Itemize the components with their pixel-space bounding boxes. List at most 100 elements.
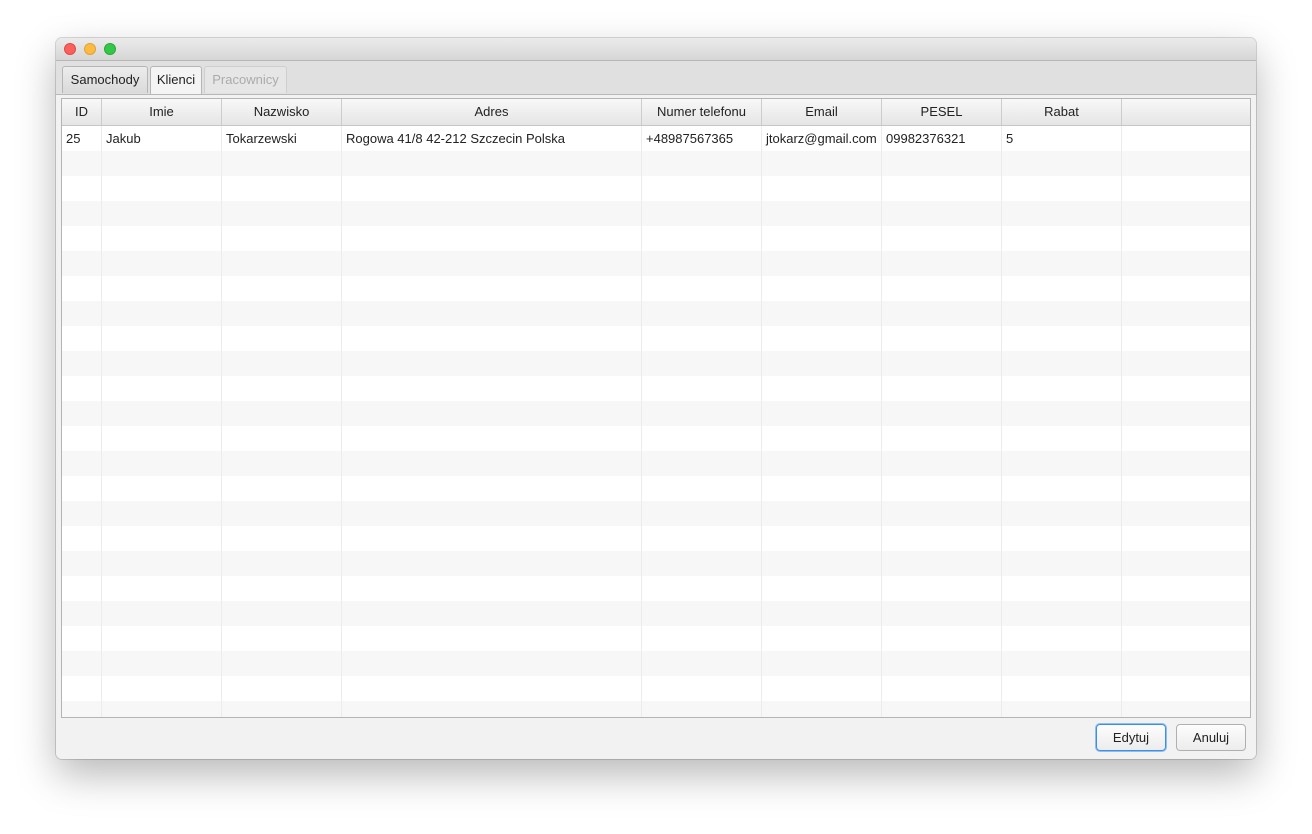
empty-cell xyxy=(222,151,342,176)
empty-cell xyxy=(62,301,102,326)
empty-cell xyxy=(762,651,882,676)
empty-cell xyxy=(642,351,762,376)
empty-cell xyxy=(642,401,762,426)
empty-cell xyxy=(762,576,882,601)
empty-cell xyxy=(342,601,642,626)
empty-cell xyxy=(1002,376,1122,401)
column-header-adres[interactable]: Adres xyxy=(342,99,642,125)
table-header: ID Imie Nazwisko Adres Numer telefonu Em… xyxy=(62,99,1250,126)
empty-cell xyxy=(1002,501,1122,526)
empty-cell xyxy=(62,426,102,451)
empty-cell xyxy=(102,526,222,551)
empty-cell xyxy=(882,251,1002,276)
empty-cell xyxy=(102,351,222,376)
empty-cell xyxy=(342,701,642,717)
minimize-window-button[interactable] xyxy=(84,43,96,55)
column-header-numer-telefonu[interactable]: Numer telefonu xyxy=(642,99,762,125)
empty-cell xyxy=(102,376,222,401)
column-header-nazwisko[interactable]: Nazwisko xyxy=(222,99,342,125)
empty-cell xyxy=(102,276,222,301)
empty-cell xyxy=(102,701,222,717)
empty-cell xyxy=(1122,501,1250,526)
empty-cell xyxy=(102,551,222,576)
empty-table-row xyxy=(62,176,1250,201)
empty-cell xyxy=(1002,276,1122,301)
empty-cell xyxy=(342,301,642,326)
column-header-email[interactable]: Email xyxy=(762,99,882,125)
column-header-id[interactable]: ID xyxy=(62,99,102,125)
empty-cell xyxy=(222,401,342,426)
empty-cell xyxy=(222,426,342,451)
empty-cell xyxy=(882,626,1002,651)
empty-table-row xyxy=(62,576,1250,601)
empty-cell xyxy=(882,151,1002,176)
empty-cell xyxy=(62,176,102,201)
maximize-window-button[interactable] xyxy=(104,43,116,55)
empty-cell xyxy=(642,676,762,701)
empty-cell xyxy=(1002,351,1122,376)
empty-cell xyxy=(642,576,762,601)
empty-cell xyxy=(102,501,222,526)
empty-table-row xyxy=(62,651,1250,676)
edit-button[interactable]: Edytuj xyxy=(1096,724,1166,751)
empty-cell xyxy=(642,151,762,176)
empty-cell xyxy=(882,526,1002,551)
close-window-button[interactable] xyxy=(64,43,76,55)
tab-samochody[interactable]: Samochody xyxy=(62,66,148,93)
cell-numer-telefonu: +48987567365 xyxy=(642,126,762,151)
table-row[interactable]: 25 Jakub Tokarzewski Rogowa 41/8 42-212 … xyxy=(62,126,1250,151)
empty-cell xyxy=(62,451,102,476)
title-bar[interactable] xyxy=(56,38,1256,61)
empty-cell xyxy=(102,226,222,251)
column-header-rabat[interactable]: Rabat xyxy=(1002,99,1122,125)
empty-cell xyxy=(342,376,642,401)
empty-table-row xyxy=(62,601,1250,626)
cell-filler xyxy=(1122,126,1250,151)
empty-cell xyxy=(1002,201,1122,226)
cancel-button[interactable]: Anuluj xyxy=(1176,724,1246,751)
empty-cell xyxy=(62,501,102,526)
empty-cell xyxy=(1122,226,1250,251)
empty-cell xyxy=(1002,551,1122,576)
column-header-imie[interactable]: Imie xyxy=(102,99,222,125)
empty-cell xyxy=(1122,601,1250,626)
empty-table-row xyxy=(62,301,1250,326)
tab-pracownicy: Pracownicy xyxy=(204,66,287,93)
empty-cell xyxy=(342,251,642,276)
empty-cell xyxy=(62,601,102,626)
empty-cell xyxy=(342,676,642,701)
empty-cell xyxy=(1122,426,1250,451)
empty-cell xyxy=(222,626,342,651)
empty-cell xyxy=(1002,576,1122,601)
empty-cell xyxy=(762,326,882,351)
empty-cell xyxy=(222,201,342,226)
empty-cell xyxy=(222,451,342,476)
empty-cell xyxy=(62,701,102,717)
clients-table[interactable]: ID Imie Nazwisko Adres Numer telefonu Em… xyxy=(61,98,1251,718)
empty-cell xyxy=(1122,626,1250,651)
empty-cell xyxy=(62,626,102,651)
empty-cell xyxy=(222,326,342,351)
empty-cell xyxy=(642,276,762,301)
empty-cell xyxy=(1122,451,1250,476)
empty-cell xyxy=(342,426,642,451)
empty-cell xyxy=(1122,201,1250,226)
empty-cell xyxy=(222,251,342,276)
empty-cell xyxy=(222,226,342,251)
empty-cell xyxy=(102,601,222,626)
cell-adres: Rogowa 41/8 42-212 Szczecin Polska xyxy=(342,126,642,151)
empty-cell xyxy=(1002,626,1122,651)
cell-id: 25 xyxy=(62,126,102,151)
tab-klienci[interactable]: Klienci xyxy=(150,66,202,94)
cell-pesel: 09982376321 xyxy=(882,126,1002,151)
empty-cell xyxy=(62,201,102,226)
empty-cell xyxy=(882,176,1002,201)
empty-cell xyxy=(1002,401,1122,426)
empty-cell xyxy=(882,476,1002,501)
empty-cell xyxy=(102,151,222,176)
empty-cell xyxy=(62,576,102,601)
empty-cell xyxy=(642,651,762,676)
column-header-pesel[interactable]: PESEL xyxy=(882,99,1002,125)
empty-cell xyxy=(882,401,1002,426)
empty-cell xyxy=(102,676,222,701)
